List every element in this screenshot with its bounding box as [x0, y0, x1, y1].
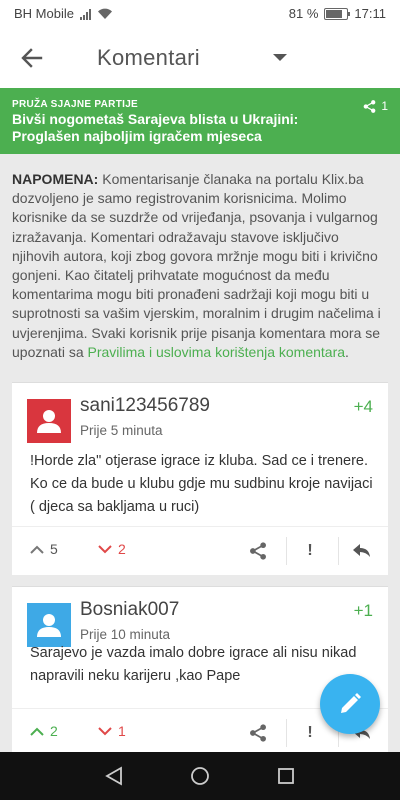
- article-share-button[interactable]: 1: [363, 99, 388, 113]
- system-nav-bar: [0, 752, 400, 800]
- write-comment-button[interactable]: [320, 674, 380, 734]
- article-kicker: PRUŽA SJAJNE PARTIJE: [12, 99, 139, 110]
- notice-text: Komentarisanje članaka na portalu Klix.b…: [12, 171, 381, 360]
- divider: [286, 537, 287, 565]
- comment-text: Sarajevo je vazda imalo dobre igrace ali…: [30, 645, 357, 684]
- share-count: 1: [381, 99, 388, 113]
- carrier-name: BH Mobile: [14, 6, 74, 21]
- upvote-button[interactable]: 5: [30, 541, 58, 557]
- reply-button[interactable]: [342, 535, 382, 567]
- comment-username[interactable]: sani123456789: [80, 395, 210, 417]
- circle-home-icon: [191, 767, 209, 785]
- nav-recent-button[interactable]: [274, 764, 298, 788]
- comment-score: +4: [353, 397, 373, 416]
- chevron-down-icon: [98, 544, 112, 553]
- comment-card: Bosniak007 Prije 10 minuta +1 Sarajevo j…: [12, 586, 388, 757]
- chevron-down-icon: [98, 726, 112, 735]
- article-headline: Bivši nogometaš Sarajeva blista u Ukraji…: [12, 111, 299, 144]
- comment-text: !Horde zla" otjerase igrace iz kluba. Sa…: [30, 453, 373, 515]
- arrow-left-icon: [21, 48, 43, 68]
- report-button[interactable]: !: [290, 717, 330, 749]
- comment-time: Prije 10 minuta: [80, 627, 171, 642]
- signal-icon: [79, 8, 91, 20]
- comment-actions: 5 2 !: [12, 526, 388, 575]
- nav-back-button[interactable]: [102, 764, 126, 788]
- comment-score: +1: [353, 601, 373, 620]
- upvote-count: 2: [50, 723, 58, 739]
- share-icon: [363, 99, 376, 113]
- share-comment-button[interactable]: [238, 535, 278, 567]
- comment-username[interactable]: Bosniak007: [80, 599, 179, 621]
- user-icon: [37, 614, 61, 637]
- page-title: Komentari: [97, 45, 200, 70]
- article-banner[interactable]: PRUŽA SJAJNE PARTIJE Bivši nogometaš Sar…: [0, 88, 400, 154]
- share-comment-button[interactable]: [238, 717, 278, 749]
- app-bar: Komentari: [0, 28, 400, 88]
- triangle-back-icon: [105, 766, 122, 786]
- clock: 17:11: [354, 6, 386, 21]
- comment-notice: NAPOMENA: Komentarisanje članaka na port…: [12, 170, 390, 362]
- battery-icon: [324, 7, 351, 20]
- divider: [338, 537, 339, 565]
- back-button[interactable]: [18, 44, 46, 72]
- comment-time: Prije 5 minuta: [80, 423, 163, 438]
- report-button[interactable]: !: [290, 535, 330, 567]
- pencil-icon: [341, 693, 361, 713]
- notice-label: NAPOMENA:: [12, 171, 99, 187]
- status-right: 81 % 17:11: [289, 6, 386, 21]
- avatar[interactable]: [27, 399, 71, 443]
- avatar[interactable]: [27, 603, 71, 647]
- status-bar: BH Mobile 81 % 17:11: [0, 0, 400, 28]
- square-recent-icon: [278, 768, 294, 784]
- battery-percent: 81 %: [288, 6, 319, 21]
- chevron-up-icon: [30, 727, 44, 736]
- title-dropdown-button[interactable]: [270, 48, 290, 68]
- share-icon: [250, 724, 266, 742]
- nav-home-button[interactable]: [188, 764, 212, 788]
- notice-end: .: [345, 343, 349, 360]
- downvote-button[interactable]: 2: [98, 541, 126, 557]
- downvote-count: 1: [118, 723, 126, 739]
- chevron-up-icon: [30, 545, 44, 554]
- rules-link[interactable]: Pravilima i uslovima korištenja komentar…: [88, 344, 346, 360]
- battery-fill: [326, 9, 343, 18]
- report-icon: !: [307, 724, 313, 741]
- divider: [286, 719, 287, 747]
- reply-icon: [353, 544, 370, 557]
- share-icon: [250, 542, 266, 560]
- user-icon: [37, 410, 61, 433]
- downvote-count: 2: [118, 541, 126, 557]
- wifi-icon: [97, 8, 112, 19]
- upvote-count: 5: [50, 541, 58, 557]
- caret-down-icon: [273, 54, 287, 61]
- status-left: BH Mobile: [14, 6, 113, 21]
- upvote-button[interactable]: 2: [30, 723, 58, 739]
- downvote-button[interactable]: 1: [98, 723, 126, 739]
- report-icon: !: [307, 542, 313, 559]
- comment-card: sani123456789 Prije 5 minuta +4 !Horde z…: [12, 382, 388, 575]
